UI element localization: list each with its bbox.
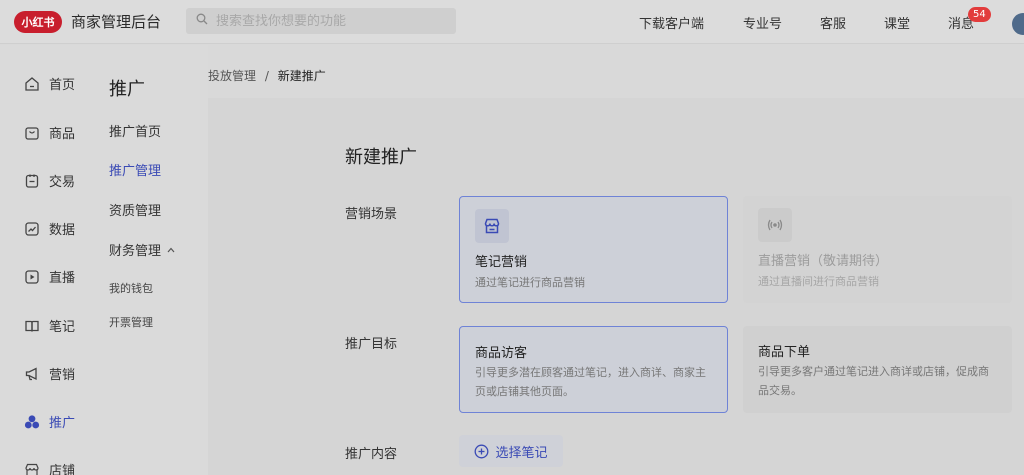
subnav-item-wallet[interactable]: 我的钱包 <box>109 280 153 296</box>
card-desc: 引导更多潜在顾客通过笔记，进入商详、商家主页或店铺其他页面。 <box>475 366 706 398</box>
messages-badge: 54 <box>968 7 991 22</box>
card-title: 直播营销（敬请期待） <box>758 254 889 269</box>
select-note-button[interactable]: 选择笔记 <box>459 435 563 467</box>
breadcrumb: 投放管理 / 新建推广 <box>208 67 326 84</box>
store-icon <box>24 462 40 475</box>
breadcrumb-separator: / <box>264 69 269 83</box>
nav-pro-account[interactable]: 专业号 <box>743 0 782 44</box>
promote-icon <box>24 414 40 430</box>
content-label: 推广内容 <box>345 447 398 462</box>
store-icon <box>475 209 509 243</box>
sidebar-item-label: 交易 <box>49 175 76 190</box>
chevron-up-icon <box>167 247 175 253</box>
scene-card-live-marketing: 直播营销（敬请期待） 通过直播间进行商品营销 <box>743 196 1012 303</box>
sub-sidebar: 推广 <box>96 45 208 475</box>
sidebar-item-label: 商品 <box>49 127 76 142</box>
plus-circle-icon <box>474 444 489 459</box>
card-title: 商品访客 <box>475 346 528 361</box>
subnav-item-label: 财务管理 <box>109 244 162 259</box>
subnav-title: 推广 <box>109 79 145 100</box>
sidebar-item-home[interactable]: 首页 <box>24 74 75 93</box>
sidebar-item-label: 直播 <box>49 271 76 286</box>
sidebar-item-label: 店铺 <box>49 464 76 475</box>
subnav-item-qualification[interactable]: 资质管理 <box>109 200 161 219</box>
sidebar-item-label: 营销 <box>49 368 76 383</box>
goal-label: 推广目标 <box>345 337 398 352</box>
scene-label: 营销场景 <box>345 207 398 222</box>
goal-card-product-order[interactable]: 商品下单 引导更多客户通过笔记进入商详或店铺，促成商品交易。 <box>743 326 1012 413</box>
sidebar-item-promotion[interactable]: 推广 <box>24 412 75 431</box>
main-sidebar <box>0 45 96 475</box>
sidebar-item-products[interactable]: 商品 <box>24 123 75 142</box>
sidebar-item-label: 首页 <box>49 78 76 93</box>
sidebar-item-notes[interactable]: 笔记 <box>24 316 75 335</box>
select-note-label: 选择笔记 <box>495 445 548 461</box>
sidebar-item-live[interactable]: 直播 <box>24 267 75 286</box>
search-input[interactable] <box>216 13 446 29</box>
breadcrumb-current: 新建推广 <box>277 69 326 83</box>
nav-customer-service[interactable]: 客服 <box>820 0 846 44</box>
subnav-item-finance[interactable]: 财务管理 <box>109 240 175 259</box>
bag-icon <box>24 125 40 141</box>
sidebar-item-store[interactable]: 店铺 <box>24 460 75 475</box>
card-desc: 引导更多客户通过笔记进入商详或店铺，促成商品交易。 <box>758 365 989 397</box>
card-desc: 通过直播间进行商品营销 <box>758 275 879 288</box>
play-icon <box>24 269 40 285</box>
nav-download-client[interactable]: 下载客户端 <box>639 0 704 44</box>
book-icon <box>24 318 40 334</box>
sidebar-item-trade[interactable]: 交易 <box>24 171 75 190</box>
subnav-item-invoice[interactable]: 开票管理 <box>109 314 153 330</box>
sidebar-item-label: 数据 <box>49 223 76 238</box>
scene-card-note-marketing[interactable]: 笔记营销 通过笔记进行商品营销 <box>459 196 728 303</box>
chart-icon <box>24 221 40 237</box>
card-title: 商品下单 <box>758 345 811 360</box>
home-icon <box>24 76 40 92</box>
global-search[interactable] <box>186 8 456 34</box>
subnav-item-promo-home[interactable]: 推广首页 <box>109 121 161 140</box>
search-icon <box>196 13 208 29</box>
sidebar-item-data[interactable]: 数据 <box>24 219 75 238</box>
order-icon <box>24 173 40 189</box>
app-title: 商家管理后台 <box>71 13 162 31</box>
goal-card-product-visitors[interactable]: 商品访客 引导更多潜在顾客通过笔记，进入商详、商家主页或店铺其他页面。 <box>459 326 728 413</box>
subnav-item-promo-manage[interactable]: 推广管理 <box>109 160 161 179</box>
megaphone-icon <box>24 366 40 382</box>
brand-logo[interactable]: 小红书 <box>14 10 62 33</box>
card-title: 笔记营销 <box>475 255 528 270</box>
nav-classroom[interactable]: 课堂 <box>884 0 910 44</box>
broadcast-icon <box>758 208 792 242</box>
top-bar: 小红书 商家管理后台 <box>0 0 1024 44</box>
sidebar-item-label: 推广 <box>49 416 76 431</box>
page-title: 新建推广 <box>345 147 417 168</box>
card-desc: 通过笔记进行商品营销 <box>475 276 585 289</box>
sidebar-item-marketing[interactable]: 营销 <box>24 364 75 383</box>
sidebar-item-label: 笔记 <box>49 320 76 335</box>
nav-messages[interactable]: 消息 <box>948 0 974 44</box>
breadcrumb-parent[interactable]: 投放管理 <box>208 69 256 83</box>
